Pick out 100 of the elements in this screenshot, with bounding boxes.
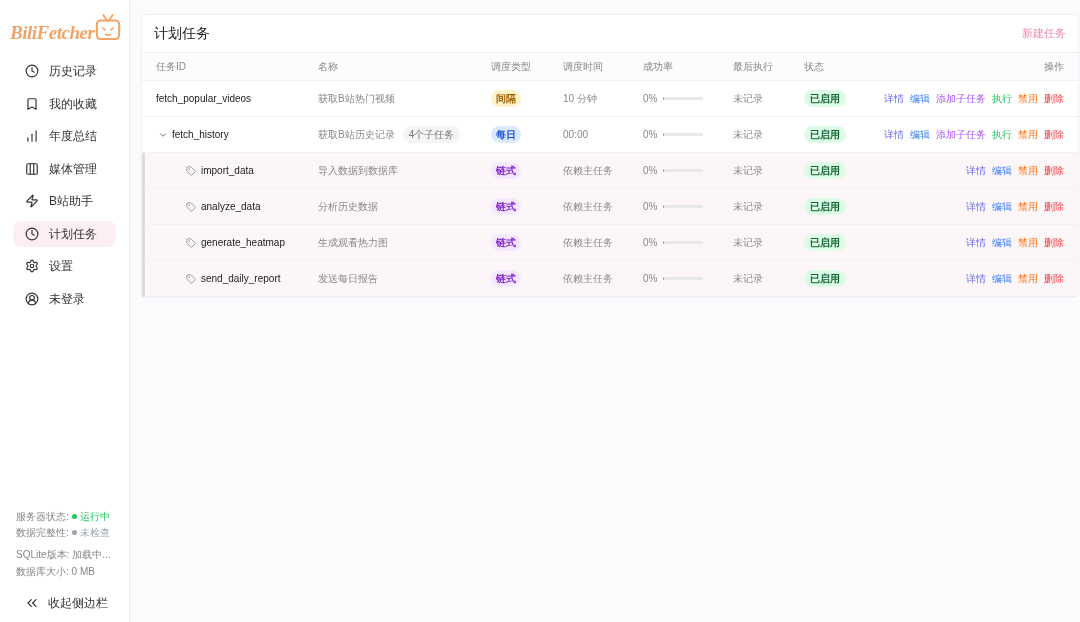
success-rate: 0% — [643, 200, 658, 214]
task-name: 发送每日报告 — [318, 272, 378, 286]
clock-icon — [25, 64, 39, 78]
last-run-time: 未记录 — [733, 164, 764, 178]
add-subtask-link[interactable]: 添加子任务 — [936, 127, 986, 142]
nav-item[interactable]: 媒体管理 — [13, 155, 116, 182]
delete-link[interactable]: 删除 — [1044, 163, 1064, 178]
column-header: 最后执行 — [733, 60, 774, 74]
edit-link[interactable]: 编辑 — [992, 235, 1012, 250]
info-text: SQLite版本: 加载中... — [16, 548, 112, 562]
edit-link[interactable]: 编辑 — [992, 163, 1012, 178]
add-subtask-link[interactable]: 添加子任务 — [936, 91, 986, 106]
disable-link[interactable]: 禁用 — [1018, 199, 1038, 214]
disable-link[interactable]: 禁用 — [1018, 163, 1038, 178]
column-header: 调度类型 — [491, 60, 532, 74]
bar-chart-icon — [25, 129, 39, 143]
column-header: 名称 — [318, 60, 339, 74]
tag-icon — [186, 237, 196, 248]
success-rate: 0% — [643, 128, 658, 142]
task-name: 获取B站热门视频 — [318, 92, 395, 106]
columns-icon — [25, 161, 39, 176]
status-badge: 已启用 — [804, 126, 846, 143]
task-id: fetch_history — [172, 128, 229, 142]
edit-link[interactable]: 编辑 — [992, 271, 1012, 286]
status-badge: 已启用 — [804, 198, 846, 215]
settings-icon — [25, 259, 39, 273]
schedule-type-badge: 链式 — [491, 270, 521, 287]
info-text: 数据库大小: 0 MB — [16, 565, 96, 579]
disable-link[interactable]: 禁用 — [1018, 271, 1038, 286]
tag-icon — [186, 165, 196, 176]
delete-link[interactable]: 删除 — [1044, 127, 1064, 142]
nav-item[interactable]: 计划任务 — [13, 220, 116, 247]
task-id: import_data — [201, 164, 254, 178]
task-name: 分析历史数据 — [318, 200, 378, 214]
task-name: 获取B站历史记录 — [318, 128, 395, 142]
success-rate: 0% — [643, 92, 658, 106]
schedule-type-badge: 链式 — [491, 234, 521, 251]
disable-link[interactable]: 禁用 — [1018, 91, 1038, 106]
run-link[interactable]: 执行 — [992, 127, 1012, 142]
status-label: 服务器状态: — [16, 509, 69, 524]
details-link[interactable]: 详情 — [966, 199, 986, 214]
schedule-time: 依赖主任务 — [563, 236, 614, 250]
delete-link[interactable]: 删除 — [1044, 271, 1064, 286]
user-circle-icon — [25, 291, 39, 306]
schedule-time: 00:00 — [563, 128, 590, 142]
page-title: 计划任务 — [154, 24, 210, 43]
status-badge: 已启用 — [804, 162, 846, 179]
details-link[interactable]: 详情 — [884, 127, 904, 142]
success-rate: 0% — [643, 272, 658, 286]
edit-link[interactable]: 编辑 — [992, 199, 1012, 214]
bookmark-icon — [25, 96, 39, 111]
task-id: generate_heatmap — [201, 236, 285, 250]
nav-item[interactable]: 历史记录 — [13, 58, 116, 84]
nav-item[interactable]: 未登录 — [13, 285, 116, 312]
status-label: 数据完整性: — [16, 525, 69, 540]
edit-link[interactable]: 编辑 — [910, 91, 930, 106]
schedule-time: 依赖主任务 — [563, 200, 614, 214]
success-rate: 0% — [643, 236, 658, 250]
disable-link[interactable]: 禁用 — [1018, 235, 1038, 250]
new-task-button[interactable]: 新建任务 — [1022, 25, 1066, 42]
delete-link[interactable]: 删除 — [1044, 91, 1064, 106]
task-id: send_daily_report — [201, 272, 281, 286]
schedule-type-badge: 链式 — [491, 198, 521, 215]
status-badge: 已启用 — [804, 270, 846, 287]
column-header: 任务ID — [156, 60, 187, 74]
last-run-time: 未记录 — [733, 272, 764, 286]
status-badge: 已启用 — [804, 234, 846, 251]
success-rate: 0% — [643, 164, 658, 178]
nav-item[interactable]: 年度总结 — [13, 123, 116, 149]
edit-link[interactable]: 编辑 — [910, 127, 930, 142]
tv-icon — [94, 12, 121, 42]
clock-icon — [25, 226, 39, 241]
status-badge: 已启用 — [804, 90, 846, 107]
status-value: 未检查 — [79, 525, 110, 540]
nav-item[interactable]: B站助手 — [13, 188, 116, 214]
last-run-time: 未记录 — [733, 236, 764, 250]
last-run-time: 未记录 — [733, 128, 764, 142]
details-link[interactable]: 详情 — [884, 91, 904, 106]
task-id: fetch_popular_videos — [156, 92, 252, 106]
run-link[interactable]: 执行 — [992, 91, 1012, 106]
details-link[interactable]: 详情 — [966, 271, 986, 286]
details-link[interactable]: 详情 — [966, 163, 986, 178]
delete-link[interactable]: 删除 — [1044, 199, 1064, 214]
nav-item[interactable]: 我的收藏 — [13, 90, 116, 117]
schedule-time: 10 分钟 — [563, 92, 598, 106]
disable-link[interactable]: 禁用 — [1018, 127, 1038, 142]
column-header: 调度时间 — [563, 60, 604, 74]
task-id: analyze_data — [201, 200, 261, 214]
task-name: 导入数据到数据库 — [318, 164, 398, 178]
delete-link[interactable]: 删除 — [1044, 235, 1064, 250]
tag-icon — [186, 273, 196, 284]
nav-item[interactable]: 设置 — [13, 253, 116, 279]
collapse-sidebar-button[interactable]: 收起侧边栏 — [16, 594, 113, 612]
schedule-type-badge: 链式 — [491, 162, 521, 179]
subtask-count-badge: 4个子任务 — [402, 126, 461, 143]
column-header: 成功率 — [643, 60, 674, 74]
details-link[interactable]: 详情 — [966, 235, 986, 250]
lightning-icon — [25, 194, 39, 208]
schedule-type-badge: 每日 — [491, 126, 521, 143]
status-value: 运行中 — [79, 509, 110, 524]
